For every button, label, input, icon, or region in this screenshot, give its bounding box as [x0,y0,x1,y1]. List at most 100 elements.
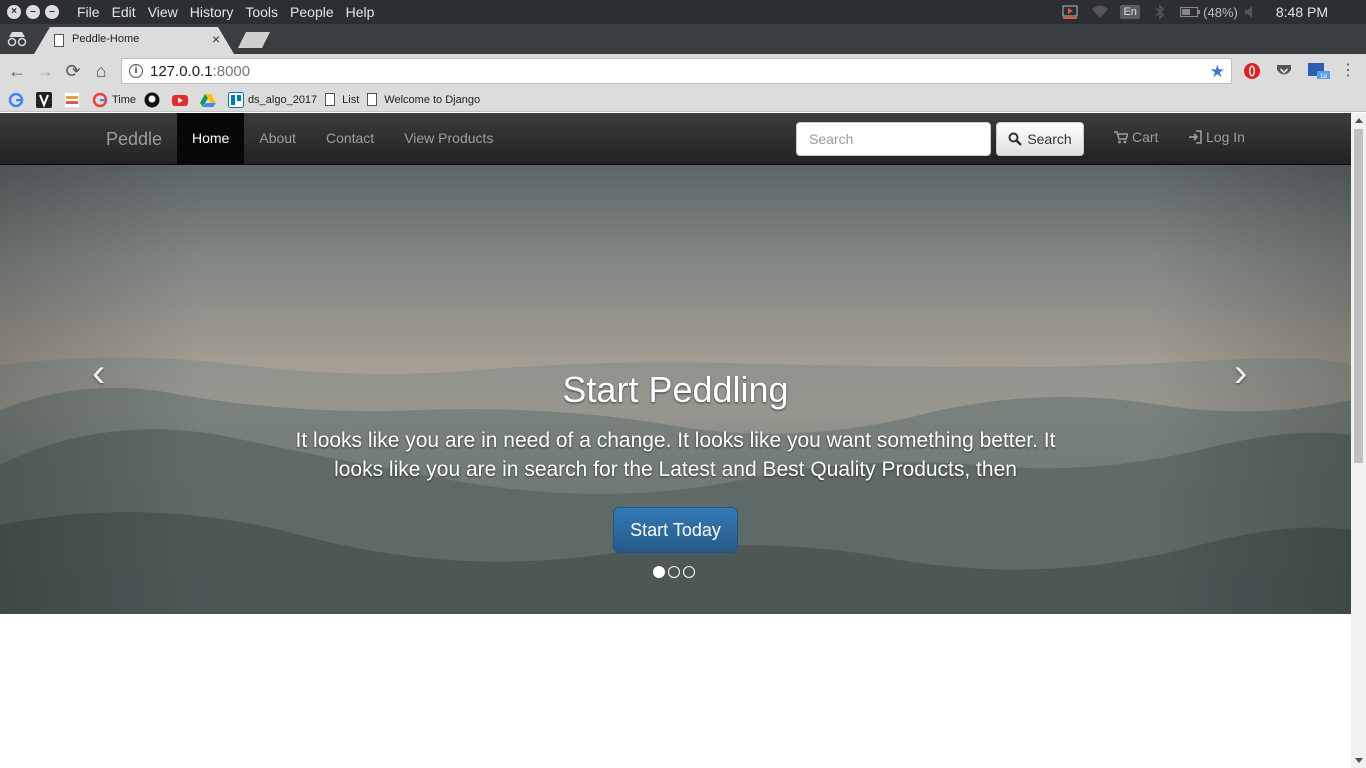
menu-kebab-icon[interactable]: ⋮ [1337,60,1359,82]
hero-text: It looks like you are in need of a chang… [295,429,1056,481]
menu-help[interactable]: Help [340,4,381,20]
url-port: :8000 [212,63,251,80]
bookmark-app-icon [36,91,52,108]
menu-history[interactable]: History [184,4,240,20]
nav-about[interactable]: About [244,113,311,164]
wifi-icon[interactable] [1085,0,1115,24]
bookmark-label: Time [112,93,137,106]
url-host: 127.0.0.1 [150,63,213,80]
page-icon [325,93,336,106]
address-bar[interactable]: i 127.0.0.1:8000 ★ [121,58,1232,84]
hero-carousel: ‹ › Start Peddling It looks like you are… [0,165,1351,614]
start-today-button[interactable]: Start Today [613,507,738,553]
tab-title: Peddle-Home [72,33,140,45]
bookmark-star-icon[interactable]: ★ [1210,62,1225,82]
bookmark-label: Welcome to Django [384,93,481,106]
bookmark-drive[interactable] [200,92,220,108]
pocket-icon[interactable] [1275,62,1293,80]
login-label: Log In [1206,129,1245,145]
bookmark-backpack[interactable] [64,91,84,108]
menu-file[interactable]: File [71,4,106,20]
close-icon[interactable]: × [7,5,21,19]
carousel-caption: Start Peddling It looks like you are in … [0,370,1351,553]
url-text: 127.0.0.1:8000 [150,63,250,80]
login-icon [1189,130,1202,144]
page-icon [367,93,378,106]
menu-view[interactable]: View [142,4,184,20]
google-drive-icon [200,93,217,107]
browser-toolbar: ← → ⟳ ⌂ i 127.0.0.1:8000 ★ 1d ⋮ [0,54,1366,88]
tab-close-icon[interactable]: × [212,31,220,47]
bookmark-youtube[interactable] [172,92,192,108]
cart-link[interactable]: Cart [1114,129,1158,145]
tab-peddle-home[interactable]: Peddle-Home × [34,27,234,54]
reload-icon[interactable]: ⟳ [62,60,84,82]
carousel-indicators [653,566,695,578]
battery-percentage: (48%) [1203,4,1238,20]
search-input[interactable] [796,122,991,156]
bookmark-app[interactable] [36,91,56,108]
menu-tools[interactable]: Tools [239,4,284,20]
search-button[interactable]: Search [996,122,1084,156]
github-icon [144,92,160,107]
volume-icon[interactable] [1236,0,1266,24]
app-menu: File Edit View History Tools People Help [71,4,380,20]
carousel-indicator-3[interactable] [683,566,695,578]
menu-edit[interactable]: Edit [106,4,142,20]
bookmark-label: List [342,93,360,106]
svg-text:1d: 1d [1320,74,1327,80]
bookmarks-bar: Time ds_algo_2017 List Welcome to Django [0,88,1366,112]
page-scrollbar[interactable] [1351,113,1366,768]
cart-icon [1114,130,1128,143]
google-icon [92,92,108,107]
opera-vpn-icon[interactable] [1243,62,1261,80]
backpack-icon [64,91,80,108]
scroll-up-icon[interactable] [1355,118,1363,123]
scrollbar-thumb[interactable] [1354,129,1363,463]
google-icon [8,92,24,107]
trello-icon [228,91,245,108]
site-brand[interactable]: Peddle [106,129,162,150]
login-link[interactable]: Log In [1188,129,1245,145]
menu-people[interactable]: People [284,4,340,20]
clock[interactable]: 8:48 PM [1276,4,1328,20]
forward-icon[interactable]: → [34,60,56,82]
back-icon[interactable]: ← [6,60,28,82]
nav-contact[interactable]: Contact [311,113,389,164]
tab-strip: Peddle-Home × [0,24,1366,54]
search-button-label: Search [1027,131,1072,147]
battery-icon[interactable] [1175,0,1205,24]
carousel-indicator-2[interactable] [668,566,680,578]
bookmark-label: ds_algo_2017 [248,93,318,106]
site-info-icon[interactable]: i [129,64,143,78]
bookmark-list[interactable]: List [325,93,359,106]
site-nav: Home About Contact View Products [177,113,508,164]
system-tray: En (48%) 8:48 PM [1055,0,1366,24]
nav-view-products[interactable]: View Products [389,113,508,164]
extension-badge-icon[interactable]: 1d [1307,62,1331,80]
bookmark-ds-algo[interactable]: ds_algo_2017 [228,91,318,108]
bookmark-time[interactable]: Time [92,92,136,108]
bookmark-google[interactable] [8,92,28,108]
scroll-down-icon[interactable] [1355,758,1363,763]
new-tab-button[interactable] [238,32,270,48]
cart-label: Cart [1132,129,1159,145]
carousel-indicator-1[interactable] [653,566,665,578]
nav-home[interactable]: Home [177,113,245,164]
hero-heading: Start Peddling [562,369,789,410]
maximize-icon[interactable]: – [45,5,59,19]
bluetooth-icon[interactable] [1145,0,1175,24]
page-icon [54,34,64,47]
bookmark-welcome-django[interactable]: Welcome to Django [367,93,480,106]
youtube-icon [172,94,189,106]
search-icon [1008,132,1023,146]
home-icon[interactable]: ⌂ [90,60,112,82]
screencast-icon[interactable] [1055,0,1085,24]
page-viewport: Peddle Home About Contact View Products … [0,113,1366,768]
keyboard-layout-indicator[interactable]: En [1115,0,1145,24]
minimize-icon[interactable]: – [26,5,40,19]
window-controls: × – – [7,5,59,19]
incognito-icon [7,32,27,47]
site-navbar: Peddle Home About Contact View Products … [0,113,1351,165]
bookmark-github[interactable] [144,92,164,108]
